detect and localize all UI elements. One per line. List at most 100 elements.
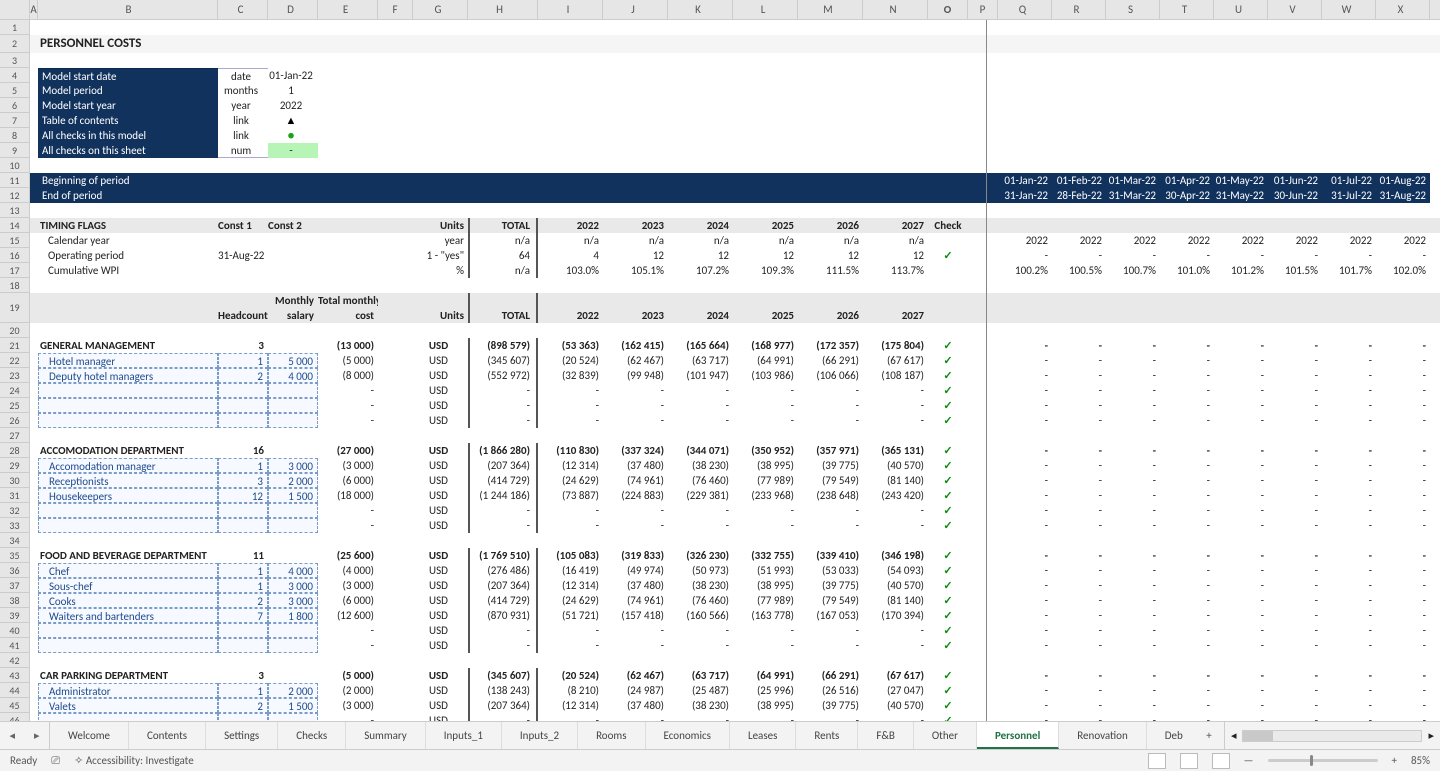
cell[interactable]: - xyxy=(1268,698,1322,713)
cell[interactable]: 100.2% xyxy=(998,263,1052,278)
cell[interactable]: (64 991) xyxy=(733,353,798,368)
cell[interactable]: - xyxy=(1160,698,1214,713)
cell[interactable]: (165 664) xyxy=(668,338,733,353)
cell[interactable]: (106 066) xyxy=(798,368,863,383)
cell[interactable]: - xyxy=(1214,383,1268,398)
cell[interactable]: 12 xyxy=(863,248,928,263)
cell[interactable] xyxy=(733,173,798,188)
cell[interactable]: - xyxy=(1052,368,1106,383)
cell[interactable]: (81 140) xyxy=(863,593,928,608)
cell[interactable] xyxy=(218,233,268,248)
cell[interactable] xyxy=(38,413,218,428)
cell[interactable]: - xyxy=(1322,683,1376,698)
cell[interactable]: (39 775) xyxy=(798,698,863,713)
cell[interactable] xyxy=(378,488,413,503)
cell[interactable]: - xyxy=(1376,713,1430,721)
cell[interactable]: (54 093) xyxy=(863,563,928,578)
cell[interactable] xyxy=(30,638,38,653)
cell[interactable]: - xyxy=(798,398,863,413)
cell[interactable]: 1 - "yes" xyxy=(413,248,468,263)
grid-area[interactable]: A B C D E F G H I J K L M N O P Q R S T … xyxy=(0,0,1440,721)
cell[interactable]: (414 729) xyxy=(468,593,538,608)
cell[interactable] xyxy=(378,548,413,563)
tab-nav[interactable]: ◂ ▸ xyxy=(0,722,50,749)
cell[interactable]: - xyxy=(1052,458,1106,473)
row-7[interactable]: 7 xyxy=(0,113,29,128)
cell[interactable]: - xyxy=(1268,713,1322,721)
cell[interactable]: - xyxy=(1214,353,1268,368)
cell[interactable]: Headcount xyxy=(218,293,268,323)
cell[interactable]: ✓ xyxy=(928,668,968,683)
cell[interactable] xyxy=(1106,218,1160,233)
cell[interactable]: - xyxy=(668,398,733,413)
cell[interactable]: - xyxy=(998,248,1052,263)
cell[interactable]: - xyxy=(1160,593,1214,608)
col-K[interactable]: K xyxy=(668,0,733,19)
cell[interactable] xyxy=(318,188,378,203)
cell[interactable] xyxy=(968,593,998,608)
cell[interactable]: - xyxy=(1052,608,1106,623)
cell[interactable]: - xyxy=(998,488,1052,503)
row-12[interactable]: 12 xyxy=(0,188,29,203)
cell[interactable]: - xyxy=(1160,668,1214,683)
cell[interactable]: - xyxy=(1214,623,1268,638)
col-C[interactable]: C xyxy=(218,0,268,19)
cell[interactable]: - xyxy=(1268,563,1322,578)
cell[interactable] xyxy=(30,35,38,53)
cell[interactable] xyxy=(968,263,998,278)
cell[interactable]: - xyxy=(1160,713,1214,721)
cell[interactable]: (172 357) xyxy=(798,338,863,353)
cell[interactable]: Check xyxy=(928,218,968,233)
cell[interactable]: - xyxy=(1052,338,1106,353)
cell[interactable]: - xyxy=(1106,413,1160,428)
cell[interactable]: (339 410) xyxy=(798,548,863,563)
cell[interactable]: - xyxy=(1322,548,1376,563)
cell[interactable]: - xyxy=(1214,458,1268,473)
cell[interactable]: (326 230) xyxy=(668,548,733,563)
cell[interactable] xyxy=(218,173,268,188)
cell[interactable]: - xyxy=(1106,368,1160,383)
row-17[interactable]: 17 xyxy=(0,263,29,278)
cell[interactable]: 5 000 xyxy=(268,353,318,368)
cell[interactable] xyxy=(378,413,413,428)
cell[interactable] xyxy=(268,338,318,353)
cell[interactable]: (414 729) xyxy=(468,473,538,488)
cell[interactable]: - xyxy=(1268,593,1322,608)
cell[interactable]: CAR PARKING DEPARTMENT xyxy=(38,668,218,683)
cell[interactable]: (332 755) xyxy=(733,548,798,563)
cell[interactable]: 1 xyxy=(218,458,268,473)
cell[interactable] xyxy=(318,218,378,233)
cell[interactable]: - xyxy=(733,503,798,518)
cell[interactable]: - xyxy=(668,638,733,653)
cell[interactable]: 100.7% xyxy=(1106,263,1160,278)
cell[interactable]: (49 974) xyxy=(603,563,668,578)
cell[interactable]: 01-Feb-22 xyxy=(1052,173,1106,188)
col-J[interactable]: J xyxy=(603,0,668,19)
cell[interactable] xyxy=(38,638,218,653)
col-T[interactable]: T xyxy=(1160,0,1214,19)
col-Q[interactable]: Q xyxy=(998,0,1052,19)
cell[interactable]: - xyxy=(1106,683,1160,698)
cell[interactable]: - xyxy=(733,398,798,413)
sheet-tab-rents[interactable]: Rents xyxy=(796,722,858,749)
cell[interactable]: - xyxy=(468,638,538,653)
cell[interactable] xyxy=(378,593,413,608)
cell[interactable]: - xyxy=(1214,503,1268,518)
cell[interactable]: - xyxy=(1052,518,1106,533)
cell[interactable]: (870 931) xyxy=(468,608,538,623)
cell[interactable]: (5 000) xyxy=(318,353,378,368)
cell[interactable]: 2025 xyxy=(733,218,798,233)
cell[interactable]: (1 769 510) xyxy=(468,548,538,563)
cell[interactable]: 16 xyxy=(218,443,268,458)
cell[interactable] xyxy=(268,233,318,248)
cell[interactable] xyxy=(968,383,998,398)
cell[interactable]: - xyxy=(1268,383,1322,398)
cell[interactable] xyxy=(968,353,998,368)
sheet-tab-welcome[interactable]: Welcome xyxy=(50,722,129,749)
cell[interactable]: - xyxy=(538,398,603,413)
cell[interactable]: - xyxy=(318,638,378,653)
cell[interactable]: - xyxy=(1322,473,1376,488)
cell[interactable]: Model start year xyxy=(38,98,218,113)
cell[interactable]: 2022 xyxy=(538,293,603,323)
col-B[interactable]: B xyxy=(38,0,218,19)
